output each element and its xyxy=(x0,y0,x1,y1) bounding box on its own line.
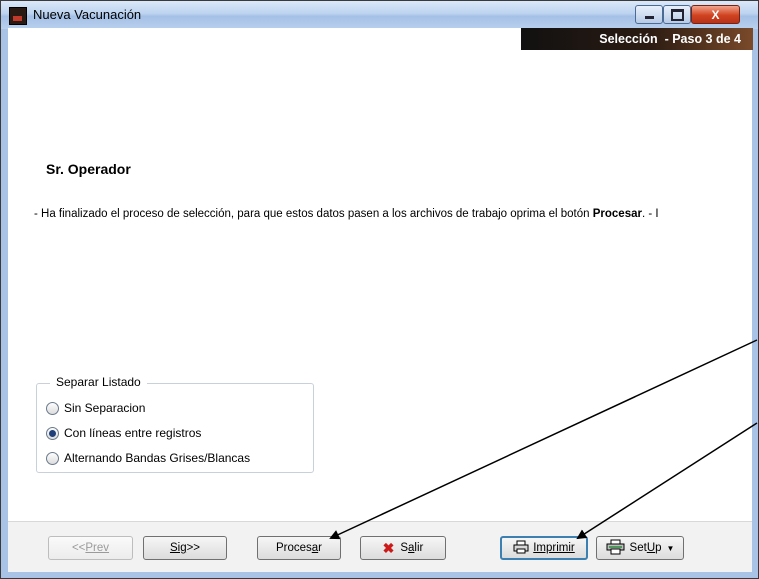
radio-button[interactable] xyxy=(46,451,59,465)
radio-sin-separacion[interactable]: Sin Separacion xyxy=(46,401,145,415)
close-icon: X xyxy=(711,7,720,22)
radio-button-selected[interactable] xyxy=(46,426,59,440)
next-button[interactable]: Sig >> xyxy=(143,536,227,560)
app-icon xyxy=(9,7,27,25)
step-banner: Selección - Paso 3 de 4 xyxy=(521,28,753,50)
imprimir-button[interactable]: Imprimir xyxy=(500,536,588,560)
step-banner-step: - Paso 3 de 4 xyxy=(664,32,741,46)
wizard-client-area xyxy=(8,28,752,571)
red-x-icon: ✖ xyxy=(382,539,395,556)
setup-label-c: p xyxy=(655,542,662,554)
title-bar[interactable]: Nueva Vacunación X xyxy=(1,1,758,29)
radio-label: Con líneas entre registros xyxy=(64,426,202,440)
procesar-label-c: r xyxy=(318,542,323,554)
printer-icon xyxy=(513,540,529,557)
next-arrows: >> xyxy=(186,542,201,554)
prev-label: Prev xyxy=(85,542,110,554)
maximize-icon xyxy=(670,8,684,21)
printer-setup-icon xyxy=(606,539,626,558)
message-tail: . - I xyxy=(641,208,659,220)
next-label: Sig xyxy=(169,542,187,554)
setup-label-b: U xyxy=(646,542,656,554)
minimize-button[interactable] xyxy=(635,5,663,24)
radio-button[interactable] xyxy=(46,401,59,415)
prev-button[interactable]: << Prev xyxy=(48,536,133,560)
radio-alternando-bandas[interactable]: Alternando Bandas Grises/Blancas xyxy=(46,451,250,465)
procesar-button[interactable]: Proces a r xyxy=(257,536,341,560)
step-banner-label: Selección xyxy=(599,32,658,46)
instruction-message: - Ha finalizado el proceso de selección,… xyxy=(34,208,659,220)
separar-listado-label: Separar Listado xyxy=(50,375,147,389)
close-button[interactable]: X xyxy=(691,5,740,24)
setup-button[interactable]: Set Up ▼ xyxy=(596,536,684,560)
imprimir-label: Imprimir xyxy=(533,542,575,554)
procesar-label-a: Proces xyxy=(275,542,312,554)
prev-arrows: << xyxy=(71,542,86,554)
salir-button[interactable]: ✖ Sa lir xyxy=(360,536,446,560)
radio-label: Sin Separacion xyxy=(64,401,146,415)
minimize-icon xyxy=(644,16,654,19)
page-heading: Sr. Operador xyxy=(46,161,131,177)
salir-label-a: S xyxy=(400,542,409,554)
salir-label-c: lir xyxy=(414,542,424,554)
radio-label: Alternando Bandas Grises/Blancas xyxy=(64,451,251,465)
message-text: - Ha finalizado el proceso de selección,… xyxy=(34,208,593,220)
message-emphasis: Procesar xyxy=(592,208,642,220)
radio-con-lineas[interactable]: Con líneas entre registros xyxy=(46,426,201,440)
chevron-down-icon[interactable]: ▼ xyxy=(667,544,675,553)
window-title: Nueva Vacunación xyxy=(33,7,142,22)
setup-label-a: Set xyxy=(629,542,647,554)
maximize-button[interactable] xyxy=(663,5,691,24)
